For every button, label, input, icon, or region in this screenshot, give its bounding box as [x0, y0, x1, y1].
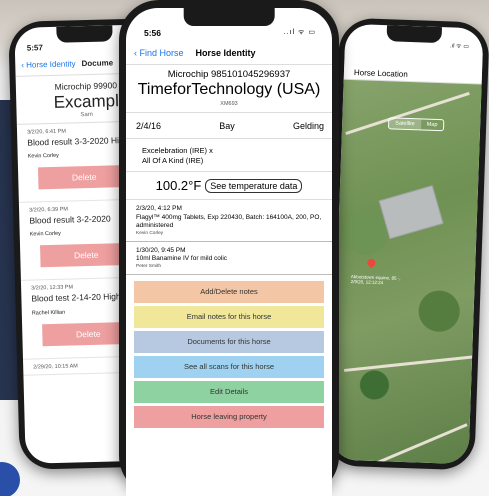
nav-title: Docume: [81, 58, 114, 69]
horse-attributes: 2/4/16 Bay Gelding: [126, 113, 332, 139]
map-tab[interactable]: Map: [421, 119, 444, 130]
horse-name: TimeforTechnology (USA): [137, 81, 321, 98]
pedigree: Excelebration (IRE) x All Of A Kind (IRE…: [126, 139, 332, 173]
horse-sub: XM693: [220, 101, 238, 107]
see-scans-button[interactable]: See all scans for this horse: [134, 355, 324, 378]
note-item[interactable]: 1/30/20, 9:45 PM 10ml Banamine IV for mi…: [126, 242, 332, 275]
status-icons: .ıl ᯤ ▭: [449, 43, 470, 51]
location-screen: .ıl ᯤ ▭ Horse Location Satellite Map Abb…: [330, 23, 484, 465]
note-author: Kevin Corley: [136, 230, 164, 236]
status-icons: ..ıl ᯤ ▭: [283, 29, 316, 36]
nav-title: Horse Location: [343, 49, 483, 85]
documents-button[interactable]: Documents for this horse: [134, 330, 324, 353]
map-road: [344, 355, 474, 372]
back-label: Find Horse: [139, 48, 184, 58]
microchip-label: Microchip 985101045296937: [167, 69, 291, 80]
phone-identity: 5:56 ..ıl ᯤ ▭ ‹ Find Horse Horse Identit…: [119, 0, 339, 496]
note-timestamp: 1/30/20, 9:45 PM: [136, 246, 186, 254]
horse-dob: 2/4/16: [136, 121, 162, 131]
pedigree-dam: All Of A Kind (IRE): [142, 156, 204, 166]
background-circle: [0, 462, 20, 496]
back-label: Horse Identity: [26, 59, 76, 70]
action-list: Add/Delete notes Email notes for this ho…: [126, 275, 332, 428]
nav-title: Horse Identity: [195, 48, 256, 58]
pedigree-sire: Excelebration (IRE) x: [142, 146, 213, 155]
satellite-map[interactable]: Satellite Map Abbotstown equine, 85 ·, 2…: [330, 79, 482, 465]
edit-details-button[interactable]: Edit Details: [134, 380, 324, 403]
pin-label: Abbotstown equine, 85 ·, 2/9/20, 12:12:2…: [350, 274, 401, 286]
horse-header: Microchip 985101045296937 TimeforTechnol…: [126, 65, 332, 113]
satellite-tab[interactable]: Satellite: [389, 118, 421, 130]
horse-sex: Gelding: [292, 121, 324, 131]
note-timestamp: 2/3/20, 4:12 PM: [136, 205, 182, 213]
add-delete-notes-button[interactable]: Add/Delete notes: [134, 280, 324, 303]
back-button[interactable]: ‹ Find Horse: [134, 48, 184, 58]
identity-screen: 5:56 ..ıl ᯤ ▭ ‹ Find Horse Horse Identit…: [126, 8, 332, 496]
email-notes-button[interactable]: Email notes for this horse: [134, 305, 324, 328]
horse-color: Bay: [219, 121, 235, 131]
nav-bar: ‹ Find Horse Horse Identity: [126, 38, 332, 65]
temperature-row: 100.2°F See temperature data: [126, 172, 332, 201]
status-time: 5:56: [144, 28, 162, 38]
note-text: Flagyl™ 400mg Tablets, Exp 220430, Batch…: [136, 213, 322, 230]
location-pin-icon[interactable]: [365, 257, 377, 269]
delete-button[interactable]: Delete: [37, 165, 131, 190]
note-text: 10ml Banamine IV for mild colic: [136, 255, 228, 263]
parking-lot: [378, 185, 444, 240]
map-road: [374, 423, 468, 465]
horse-leaving-button[interactable]: Horse leaving property: [134, 405, 324, 428]
phone-notch: [183, 8, 275, 26]
map-type-toggle: Satellite Map: [387, 117, 445, 132]
phone-location: .ıl ᯤ ▭ Horse Location Satellite Map Abb…: [324, 17, 489, 471]
temperature-value: 100.2°F: [155, 178, 202, 194]
note-author: Peter Smith: [136, 263, 162, 269]
back-button[interactable]: ‹ Horse Identity: [21, 59, 75, 69]
temperature-data-button[interactable]: See temperature data: [205, 178, 303, 193]
phone-notch: [386, 25, 443, 44]
note-item[interactable]: 2/3/20, 4:12 PM Flagyl™ 400mg Tablets, E…: [126, 200, 332, 242]
